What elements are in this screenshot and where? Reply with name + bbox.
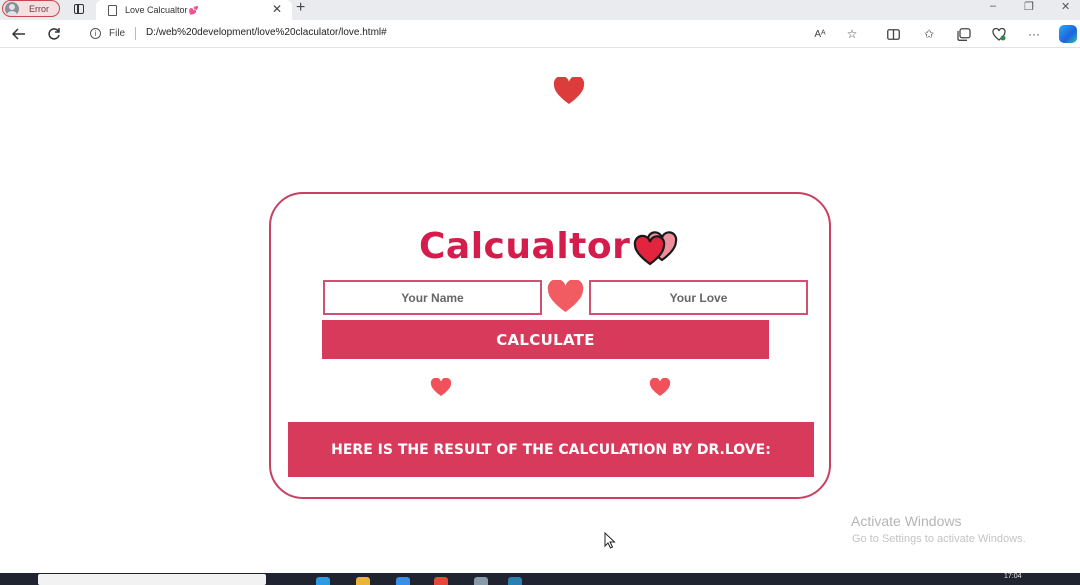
taskbar-clock: 17:04 bbox=[1004, 573, 1022, 580]
restore-button[interactable]: ❐ bbox=[1024, 0, 1034, 13]
heart-separator-icon bbox=[547, 280, 584, 312]
favorite-button[interactable]: ☆ bbox=[844, 26, 860, 42]
close-window-button[interactable]: ✕ bbox=[1061, 0, 1070, 13]
profile-status-label: Error bbox=[29, 3, 49, 14]
taskbar-app-icon[interactable] bbox=[434, 577, 448, 585]
your-love-input[interactable] bbox=[589, 280, 808, 315]
page-title: Calcualtor bbox=[419, 226, 631, 267]
two-hearts-icon bbox=[633, 231, 678, 266]
result-text: HERE IS THE RESULT OF THE CALCULATION BY… bbox=[331, 441, 771, 458]
split-screen-button[interactable] bbox=[885, 26, 901, 42]
taskbar-app-icon[interactable] bbox=[396, 577, 410, 585]
minimize-button[interactable]: – bbox=[990, 0, 996, 12]
page-file-icon bbox=[108, 4, 117, 16]
file-protocol-label: File bbox=[109, 28, 126, 39]
tab-strip: Error Love Calcualtor 💕 ✕ + – ❐ ✕ bbox=[0, 0, 1080, 20]
taskbar-app-icon[interactable] bbox=[316, 577, 330, 585]
your-name-input[interactable] bbox=[323, 280, 542, 315]
browser-essentials-icon bbox=[992, 27, 1006, 41]
split-screen-icon bbox=[886, 28, 900, 40]
refresh-icon bbox=[48, 28, 60, 40]
tab-actions-icon bbox=[74, 4, 84, 14]
activate-windows-subtitle: Go to Settings to activate Windows. bbox=[852, 533, 1026, 545]
collections-button[interactable] bbox=[956, 26, 972, 42]
tab-love-calculator[interactable]: Love Calcualtor 💕 ✕ bbox=[96, 0, 292, 20]
floating-heart-icon bbox=[553, 77, 585, 104]
address-bar-url[interactable]: D:/web%20development/love%20claculator/l… bbox=[146, 27, 387, 38]
favorites-button[interactable]: ✩ bbox=[921, 26, 937, 42]
refresh-button[interactable] bbox=[44, 24, 64, 44]
tab-actions-button[interactable] bbox=[68, 1, 90, 17]
read-aloud-button[interactable]: Aᴬ bbox=[812, 26, 828, 42]
result-panel: HERE IS THE RESULT OF THE CALCULATION BY… bbox=[288, 422, 814, 477]
more-icon: ··· bbox=[1028, 27, 1040, 41]
taskbar-search-box[interactable] bbox=[38, 574, 266, 585]
browser-essentials-button[interactable] bbox=[991, 26, 1007, 42]
favorite-star-icon: ☆ bbox=[846, 27, 858, 41]
collections-icon bbox=[957, 27, 971, 41]
taskbar-app-icon[interactable] bbox=[508, 577, 522, 585]
back-button[interactable] bbox=[9, 24, 29, 44]
new-tab-button[interactable]: + bbox=[296, 0, 305, 17]
small-heart-right-icon bbox=[649, 378, 671, 396]
info-icon[interactable]: i bbox=[90, 28, 101, 39]
calculate-button[interactable]: CALCULATE bbox=[322, 320, 769, 359]
favorites-icon: ✩ bbox=[923, 27, 935, 41]
activate-windows-title: Activate Windows bbox=[851, 513, 962, 529]
taskbar-app-icon[interactable] bbox=[356, 577, 370, 585]
browser-toolbar: i File D:/web%20development/love%20clacu… bbox=[0, 20, 1080, 48]
avatar-icon bbox=[5, 1, 19, 16]
copilot-icon[interactable] bbox=[1059, 25, 1077, 43]
taskbar-app-icon[interactable] bbox=[474, 577, 488, 585]
small-heart-left-icon bbox=[430, 378, 452, 396]
mouse-cursor-icon bbox=[604, 532, 616, 549]
read-aloud-icon: Aᴬ bbox=[814, 28, 826, 40]
address-separator bbox=[135, 27, 136, 40]
back-icon bbox=[12, 28, 25, 40]
profile-button[interactable]: Error bbox=[2, 0, 60, 17]
tab-close-button[interactable]: ✕ bbox=[272, 2, 282, 16]
more-button[interactable]: ··· bbox=[1026, 26, 1042, 42]
tab-title: Love Calcualtor bbox=[125, 5, 188, 15]
tab-heart-emoji: 💕 bbox=[188, 5, 199, 15]
